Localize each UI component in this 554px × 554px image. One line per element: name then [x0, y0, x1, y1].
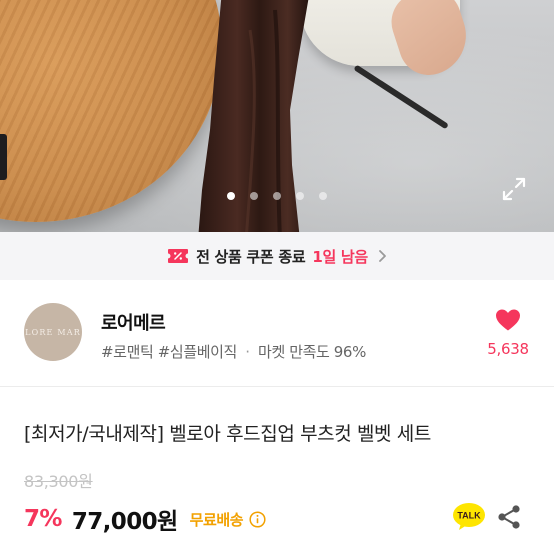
shop-tag[interactable]: #심플베이직 — [158, 343, 238, 361]
discount-rate: 7% — [24, 506, 62, 532]
coupon-icon — [168, 249, 189, 263]
carousel-indicator — [0, 192, 554, 200]
carousel-dot[interactable] — [296, 192, 304, 200]
sale-price: 77,000원 — [71, 509, 178, 535]
shop-name[interactable]: 로어메르 — [101, 309, 166, 335]
info-icon[interactable] — [249, 510, 266, 528]
free-shipping-label: 무료배송 — [189, 510, 244, 529]
carousel-dot[interactable] — [227, 192, 235, 200]
kakao-talk-button[interactable]: TALK — [452, 502, 486, 532]
coupon-text: 전 상품 쿠폰 종료 — [196, 247, 306, 266]
meta-separator: · — [245, 343, 250, 361]
like-button[interactable]: 5,638 — [484, 308, 532, 358]
section-divider — [0, 386, 554, 387]
shop-logo-text: LORE MAR — [25, 327, 81, 337]
carousel-dot[interactable] — [319, 192, 327, 200]
carousel-dot[interactable] — [273, 192, 281, 200]
shop-tag[interactable]: #로맨틱 — [101, 343, 154, 361]
chevron-right-icon — [379, 250, 386, 262]
product-title: [최저가/국내제작] 벨로아 후드집업 부츠컷 벨벳 세트 — [24, 423, 431, 445]
expand-icon[interactable] — [501, 176, 527, 202]
heart-icon — [496, 309, 520, 331]
original-price: 83,300원 — [24, 472, 93, 491]
talk-label: TALK — [457, 511, 481, 521]
coupon-banner[interactable]: 전 상품 쿠폰 종료 1일 남음 — [0, 232, 554, 280]
market-satisfaction: 마켓 만족도 96% — [258, 343, 366, 361]
shop-avatar[interactable]: LORE MAR — [24, 303, 82, 361]
carousel-dot[interactable] — [250, 192, 258, 200]
phone-object — [0, 134, 7, 180]
price-row: 7% 77,000원 무료배송 — [24, 502, 266, 536]
coupon-remaining: 1일 남음 — [312, 247, 368, 266]
shop-info: LORE MAR 로어메르 #로맨틱 #심플베이직 · 마켓 만족도 96% 5… — [0, 280, 554, 386]
share-icon[interactable] — [497, 504, 521, 530]
shop-meta: #로맨틱 #심플베이직 · 마켓 만족도 96% — [101, 341, 366, 362]
product-image[interactable] — [0, 0, 554, 232]
like-count: 5,638 — [487, 340, 529, 358]
talk-icon: TALK — [453, 503, 485, 530]
